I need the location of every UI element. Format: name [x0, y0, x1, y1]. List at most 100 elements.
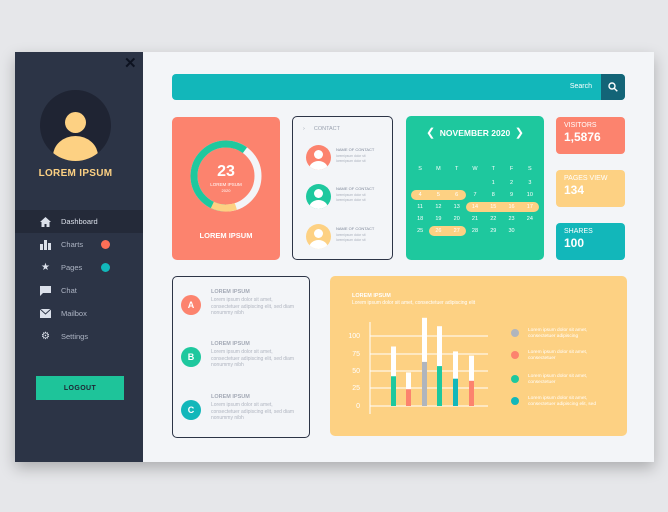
calendar-day[interactable]: 13: [448, 202, 466, 212]
progress-caption: LOREM IPSUM: [210, 182, 242, 187]
calendar-day[interactable]: 25: [411, 226, 429, 236]
calendar-day[interactable]: 1: [484, 178, 502, 188]
stat-label: SHARES: [564, 228, 593, 235]
calendar-day[interactable]: 27: [447, 226, 466, 236]
username: LOREM IPSUM: [38, 168, 113, 179]
calendar-day[interactable]: 28: [466, 226, 484, 236]
legend-text: Lorem ipsum dolor sit amet, consectetuer: [528, 374, 588, 385]
list-item-text: Lorem ipsum dolor sit amet, consectetuer…: [211, 402, 295, 421]
legend-dot: [511, 329, 519, 337]
list-item-title: LOREM IPSUM: [211, 289, 250, 295]
calendar-day[interactable]: 26: [429, 226, 448, 236]
calendar-card: ❮ NOVEMBER 2020 ❯ SMTWTFS 1 2 3 4 5 6 7 8 9 10 11 1…: [406, 116, 544, 260]
sidebar-item-label: Charts: [61, 240, 84, 249]
stat-label: PAGES VIEW: [564, 175, 608, 182]
sidebar-item-mailbox[interactable]: Mailbox: [15, 302, 143, 325]
calendar-day[interactable]: 29: [484, 226, 502, 236]
calendar-day[interactable]: 18: [411, 214, 429, 224]
y-tick-label: 50: [352, 368, 360, 375]
calendar-day[interactable]: 9: [502, 190, 520, 200]
list-badge: B: [181, 347, 201, 367]
avatar: [40, 90, 111, 161]
calendar-day[interactable]: 12: [429, 202, 447, 212]
stat-visitors: VISITORS 1,5876: [556, 117, 625, 154]
progress-label: LOREM IPSUM: [199, 231, 253, 240]
contact-item[interactable]: NAME OF CONTACT loremipsum dolor sit lor…: [306, 224, 391, 250]
legend-dot: [511, 375, 519, 383]
calendar-empty: [411, 178, 429, 188]
search-bar[interactable]: Search: [172, 74, 625, 100]
calendar-day[interactable]: 2: [502, 178, 520, 188]
star-icon: ★: [41, 262, 50, 273]
calendar-day[interactable]: 7: [466, 190, 484, 200]
legend-dot: [511, 397, 519, 405]
sidebar-item-settings[interactable]: ⚙ Settings: [15, 325, 143, 348]
contact-item[interactable]: NAME OF CONTACT loremipsum dolor sit lor…: [306, 145, 391, 171]
contact-name: NAME OF CONTACT: [336, 147, 375, 152]
weekday-label: S: [418, 166, 422, 172]
weekday-label: T: [455, 166, 459, 172]
sidebar-item-label: Mailbox: [61, 309, 87, 318]
calendar-empty: [466, 178, 484, 188]
chevron-right-icon[interactable]: ❯: [515, 126, 524, 139]
calendar-day[interactable]: 22: [484, 214, 502, 224]
contact-detail: loremipsum dolor sit: [336, 238, 366, 242]
list-item[interactable]: A LOREM IPSUM Lorem ipsum dolor sit amet…: [181, 289, 306, 329]
calendar-day[interactable]: 15: [484, 202, 503, 212]
calendar-day[interactable]: 30: [502, 226, 520, 236]
search-icon: [608, 82, 618, 92]
calendar-day[interactable]: 17: [520, 202, 539, 212]
list-item[interactable]: C LOREM IPSUM Lorem ipsum dolor sit amet…: [181, 394, 306, 434]
weekday-label: W: [472, 166, 478, 172]
bar: [406, 389, 411, 406]
progress-value: 23: [217, 163, 235, 180]
logout-button[interactable]: LOGOUT: [36, 376, 124, 400]
calendar-day[interactable]: 8: [484, 190, 502, 200]
list-item-title: LOREM IPSUM: [211, 394, 250, 400]
list-item[interactable]: B LOREM IPSUM Lorem ipsum dolor sit amet…: [181, 341, 306, 381]
contact-detail: loremipsum dolor sit: [336, 198, 366, 202]
stat-value: 134: [564, 183, 585, 197]
sidebar-item-label: Dashboard: [61, 217, 98, 226]
calendar-day[interactable]: 10: [521, 190, 539, 200]
calendar-day[interactable]: 23: [502, 214, 520, 224]
notification-dot: [101, 263, 110, 272]
sidebar-item-charts[interactable]: Charts: [15, 233, 143, 256]
sidebar-item-label: Settings: [61, 332, 89, 341]
search-label: Search: [569, 83, 592, 90]
sidebar-item-dashboard[interactable]: Dashboard: [15, 210, 143, 233]
calendar-empty: [448, 178, 466, 188]
calendar-days: 1 2 3 4 5 6 7 8 9 10 11 12 13 14 15 16 17 18 19 20 21 22 23 24 2…: [411, 178, 539, 236]
chart-card: LOREM IPSUM Lorem ipsum dolor sit amet, …: [330, 276, 627, 436]
calendar-day[interactable]: 5: [429, 190, 448, 200]
progress-year: 2020: [221, 188, 231, 193]
gear-icon: ⚙: [41, 331, 50, 342]
calendar-day[interactable]: 19: [429, 214, 447, 224]
calendar-day[interactable]: 11: [411, 202, 429, 212]
bar: [469, 380, 474, 406]
contact-item[interactable]: NAME OF CONTACT loremipsum dolor sit lor…: [306, 184, 391, 210]
calendar-day[interactable]: 20: [448, 214, 466, 224]
calendar-day[interactable]: 24: [521, 214, 539, 224]
calendar-day[interactable]: 21: [466, 214, 484, 224]
calendar-day[interactable]: 4: [411, 190, 430, 200]
sidebar-item-pages[interactable]: ★ Pages: [15, 256, 143, 279]
avatar: [306, 224, 331, 249]
calendar-day[interactable]: 3: [521, 178, 539, 188]
bar: [437, 366, 442, 406]
legend-text: Lorem ipsum dolor sit amet, consectetuer: [528, 350, 588, 361]
contact-detail: loremipsum dolor sit: [336, 193, 366, 197]
sidebar-item-chat[interactable]: Chat: [15, 279, 143, 302]
calendar-day[interactable]: 16: [502, 202, 521, 212]
sidebar-item-label: Pages: [61, 263, 83, 272]
close-icon[interactable]: ✕: [124, 56, 137, 71]
info-list-card: A LOREM IPSUM Lorem ipsum dolor sit amet…: [172, 276, 310, 438]
calendar-day[interactable]: 6: [447, 190, 466, 200]
stat-shares: SHARES 100: [556, 223, 625, 260]
search-button[interactable]: [601, 74, 625, 100]
list-item-text: Lorem ipsum dolor sit amet, consectetuer…: [211, 349, 295, 368]
avatar: [306, 184, 331, 209]
calendar-empty: [521, 226, 539, 236]
calendar-day[interactable]: 14: [465, 202, 485, 212]
chevron-right-icon[interactable]: ›: [303, 126, 305, 132]
